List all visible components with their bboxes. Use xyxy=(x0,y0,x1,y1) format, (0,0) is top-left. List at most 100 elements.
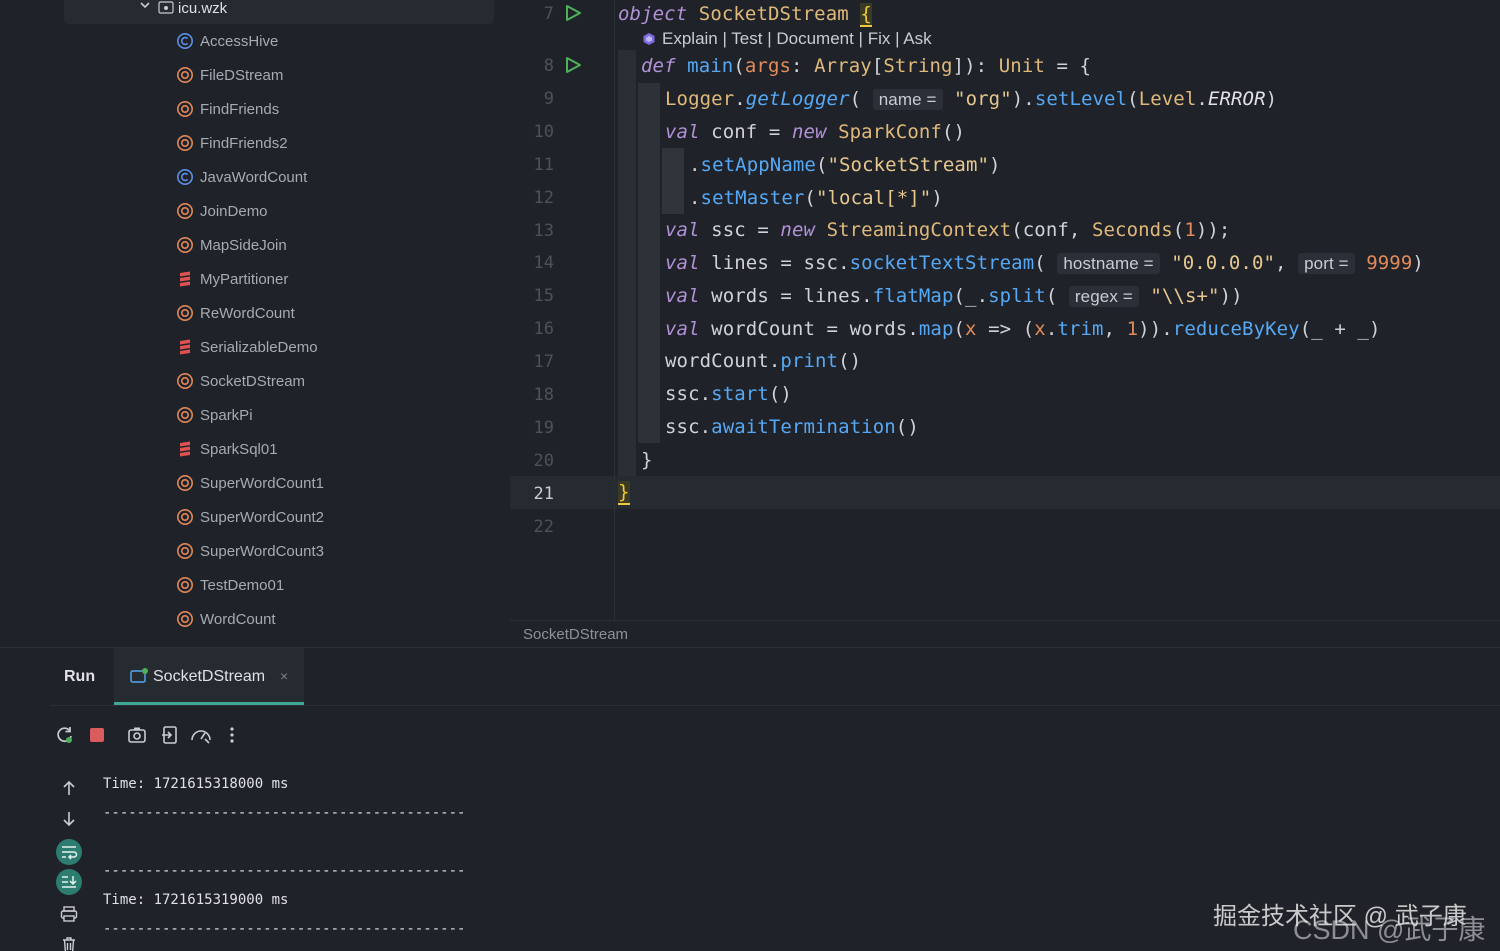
object-icon xyxy=(176,542,194,560)
scroll-down-icon[interactable] xyxy=(56,806,82,832)
scala-file-icon xyxy=(176,338,194,356)
tree-item[interactable]: SocketDStream xyxy=(176,364,305,398)
code-editor[interactable]: 7 8 9 10 11 12 13 14 15 16 17 18 19 20 21 22 Explain | … xyxy=(510,0,1500,620)
line-number: 12 xyxy=(533,187,554,208)
line-number: 13 xyxy=(533,220,554,241)
keyword: new xyxy=(791,121,827,143)
codelens-actions[interactable]: Explain | Test | Document | Fix | Ask xyxy=(662,29,932,49)
tree-item-label: TestDemo01 xyxy=(200,576,285,594)
tree-item-label: WordCount xyxy=(200,610,276,628)
scope-indent-bar xyxy=(618,50,636,476)
current-line-highlight xyxy=(510,476,1500,509)
tree-item-label: JoinDemo xyxy=(200,202,268,220)
code-line-13: val ssc = new StreamingContext(conf, Sec… xyxy=(665,219,1230,241)
run-config-tab[interactable]: SocketDStream × xyxy=(114,648,304,705)
param-name: x xyxy=(965,318,977,340)
tree-item[interactable]: MapSideJoin xyxy=(176,228,287,262)
tree-item[interactable]: SuperWordCount3 xyxy=(176,534,324,568)
screenshot-icon[interactable] xyxy=(126,724,148,746)
object-icon xyxy=(176,610,194,628)
scope-indent-bar xyxy=(638,83,660,443)
tree-item-label: MyPartitioner xyxy=(200,270,289,288)
code-token: : xyxy=(791,55,815,77)
code-token: () xyxy=(838,350,862,372)
tree-item[interactable]: MyPartitioner xyxy=(176,262,288,296)
tree-item-label: ReWordCount xyxy=(200,304,295,322)
code-line-15: val words = lines.flatMap(_.split( regex… xyxy=(665,285,1243,307)
tree-item[interactable]: FindFriends xyxy=(176,92,279,126)
code-token: ). xyxy=(1011,88,1035,110)
scroll-up-icon[interactable] xyxy=(56,775,82,801)
tree-item[interactable]: SerializableDemo xyxy=(176,330,318,364)
breadcrumb-item[interactable]: SocketDStream xyxy=(523,626,628,643)
keyword: object xyxy=(618,3,688,25)
line-number: 8 xyxy=(543,56,554,76)
code-line-7: object SocketDStream { xyxy=(618,3,872,27)
string-literal: "SocketStream" xyxy=(827,154,990,176)
tree-item[interactable]: JavaWordCount xyxy=(176,160,307,194)
more-icon[interactable] xyxy=(221,724,243,746)
stop-icon[interactable] xyxy=(86,724,108,746)
code-token: words = lines. xyxy=(699,285,873,307)
brace-highlight: } xyxy=(618,481,630,505)
tree-item[interactable]: WordCount xyxy=(176,602,276,636)
run-gutter-icon[interactable] xyxy=(564,4,582,22)
profiler-icon[interactable] xyxy=(190,724,212,746)
line-number: 19 xyxy=(533,417,554,438)
tree-item[interactable]: FileDStream xyxy=(176,58,283,92)
line-number: 14 xyxy=(533,253,554,274)
editor-breadcrumb[interactable]: SocketDStream xyxy=(510,620,1500,647)
soft-wrap-icon[interactable] xyxy=(56,839,82,865)
close-icon[interactable]: × xyxy=(280,668,288,684)
run-gutter-icon[interactable] xyxy=(564,56,582,74)
tree-item[interactable]: ReWordCount xyxy=(176,296,295,330)
code-token: . xyxy=(1196,88,1208,110)
ai-codelens[interactable]: Explain | Test | Document | Fix | Ask xyxy=(642,29,932,49)
run-config-icon xyxy=(130,668,148,683)
class-icon xyxy=(176,32,194,50)
tree-item[interactable]: TestDemo01 xyxy=(176,568,284,602)
param-hint: regex = xyxy=(1068,286,1139,307)
line-number: 15 xyxy=(533,286,554,307)
tree-item[interactable]: SuperWordCount1 xyxy=(176,466,324,500)
tree-item-label: SuperWordCount2 xyxy=(200,508,324,526)
type-name: Array xyxy=(814,55,872,77)
scala-file-icon xyxy=(176,440,194,458)
code-token: )). xyxy=(1138,318,1173,340)
line-number: 18 xyxy=(533,385,554,405)
function-name: awaitTermination xyxy=(711,416,896,438)
tree-item-label: SuperWordCount3 xyxy=(200,542,324,560)
code-token: ( xyxy=(1127,88,1139,110)
code-token: ) xyxy=(931,187,943,209)
tree-item[interactable]: JoinDemo xyxy=(176,194,268,228)
object-icon xyxy=(176,304,194,322)
tree-item[interactable]: SuperWordCount2 xyxy=(176,500,324,534)
tree-item[interactable]: FindFriends2 xyxy=(176,126,288,160)
keyword: val xyxy=(665,318,700,340)
print-icon[interactable] xyxy=(56,901,82,927)
param-hint: name = xyxy=(872,89,943,110)
code-token: ) xyxy=(1265,88,1278,110)
code-token: ( xyxy=(849,88,862,110)
exit-icon[interactable] xyxy=(159,724,181,746)
watermark-csdn: CSDN @武子康 xyxy=(1293,915,1486,945)
class-icon xyxy=(176,168,194,186)
trash-icon[interactable] xyxy=(56,932,82,951)
console-line: ----------------------------------------… xyxy=(103,921,466,937)
tree-item-label: SparkSql01 xyxy=(200,440,278,458)
function-name: main xyxy=(687,55,734,77)
console-line: ----------------------------------------… xyxy=(103,805,466,821)
scroll-to-end-icon[interactable] xyxy=(56,869,82,895)
chevron-down-icon[interactable] xyxy=(140,0,150,10)
tree-package-node[interactable]: icu.wzk xyxy=(64,0,494,24)
tree-item[interactable]: AccessHive xyxy=(176,24,278,58)
tree-item[interactable]: SparkSql01 xyxy=(176,432,278,466)
code-token: ]): xyxy=(952,55,999,77)
function-name: split xyxy=(988,285,1046,307)
tree-item[interactable]: SparkPi xyxy=(176,398,253,432)
rerun-icon[interactable] xyxy=(54,724,76,746)
tree-item-label: JavaWordCount xyxy=(200,168,308,186)
code-line-21: } xyxy=(618,481,630,505)
type-name: SparkConf xyxy=(826,121,942,143)
code-token: (_. xyxy=(953,285,989,307)
